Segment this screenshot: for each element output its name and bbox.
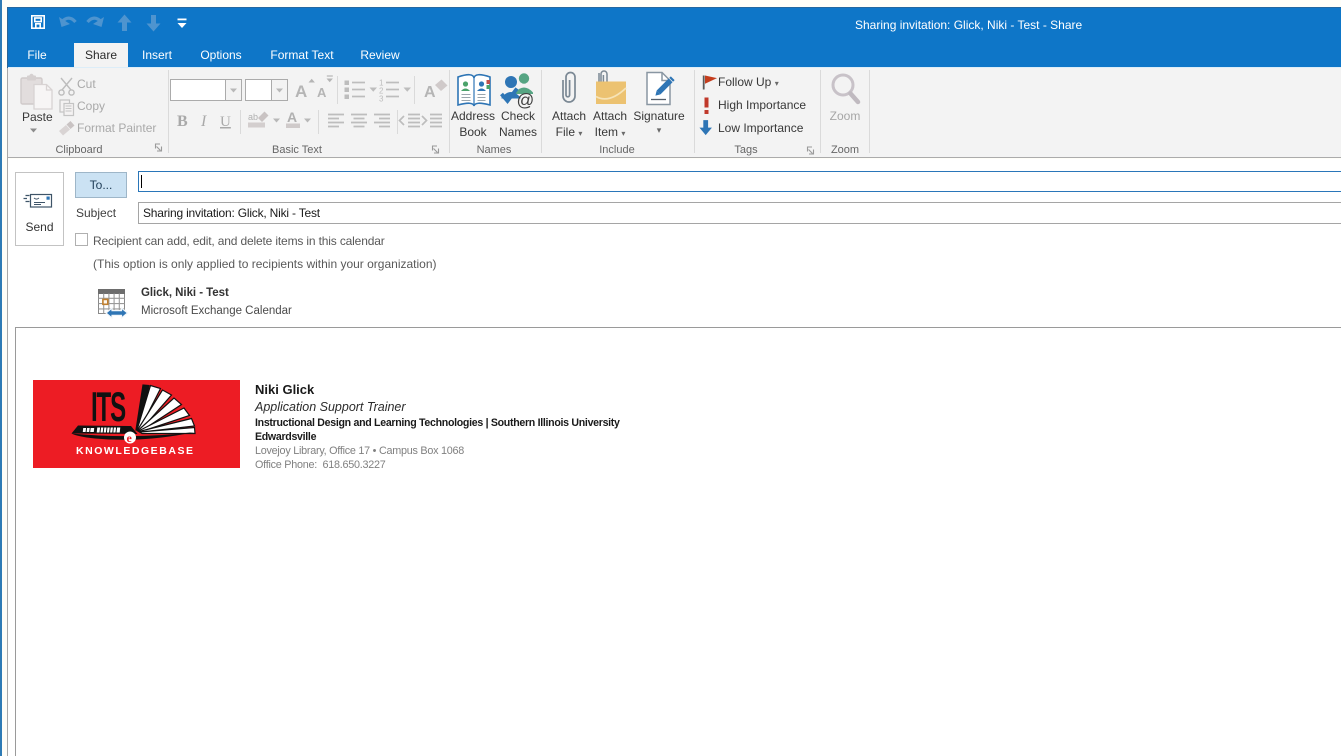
svg-text:A: A [317, 85, 327, 100]
svg-text:B: B [177, 113, 188, 130]
svg-text:KNOWLEDGEBASE: KNOWLEDGEBASE [76, 445, 193, 457]
svg-text:A: A [424, 84, 436, 101]
svg-text:A: A [287, 109, 297, 125]
svg-text:ab: ab [248, 112, 258, 122]
svg-text:@: @ [517, 90, 535, 110]
svg-text:U: U [220, 114, 231, 130]
svg-text:e: e [127, 431, 133, 445]
svg-text:I: I [200, 113, 207, 130]
svg-text:3: 3 [379, 95, 384, 104]
svg-text:ITS: ITS [91, 383, 126, 430]
svg-text:A: A [295, 82, 307, 101]
